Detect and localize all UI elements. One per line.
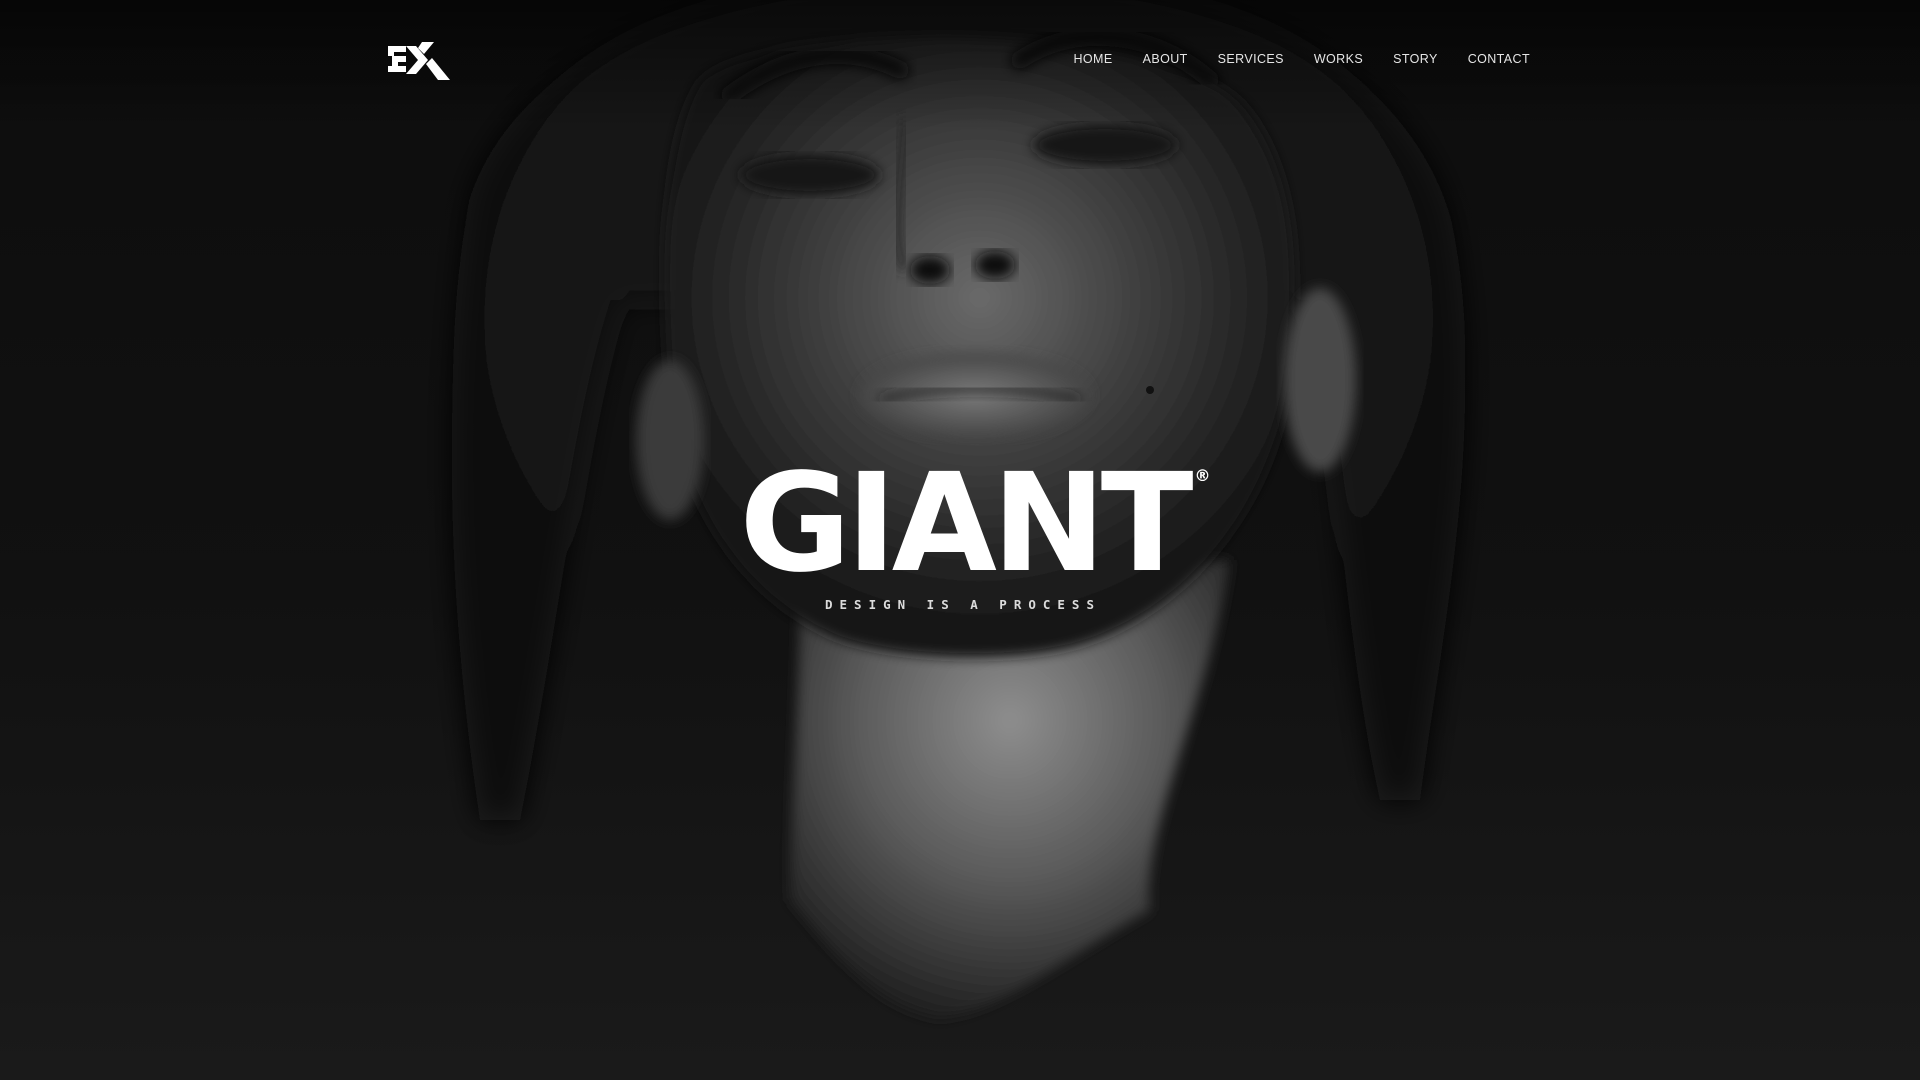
nav-contact-link[interactable]: CONTACT bbox=[1468, 50, 1530, 68]
hero-title: GIANT ® bbox=[739, 456, 1210, 592]
registered-mark: ® bbox=[1194, 466, 1211, 485]
main-nav: HOME ABOUT SERVICES WORKS STORY CONTACT bbox=[1073, 50, 1530, 68]
nav-home-link[interactable]: HOME bbox=[1073, 50, 1112, 68]
hero-title-text: GIANT bbox=[739, 445, 1193, 603]
hero-tagline: DESIGN IS A PROCESS bbox=[825, 597, 1101, 612]
nav-works-link[interactable]: WORKS bbox=[1314, 50, 1363, 68]
nav-story-link[interactable]: STORY bbox=[1393, 50, 1438, 68]
brand-logo[interactable]: EX bbox=[388, 38, 450, 80]
svg-text:EX: EX bbox=[388, 38, 390, 39]
nav-services-link[interactable]: SERVICES bbox=[1218, 50, 1284, 68]
hero-section: EX HOME ABOUT SERVICES WORKS STORY CONTA… bbox=[0, 0, 1920, 1080]
hero-title-wrap: GIANT ® bbox=[0, 456, 1920, 592]
nav-about-link[interactable]: ABOUT bbox=[1143, 50, 1188, 68]
